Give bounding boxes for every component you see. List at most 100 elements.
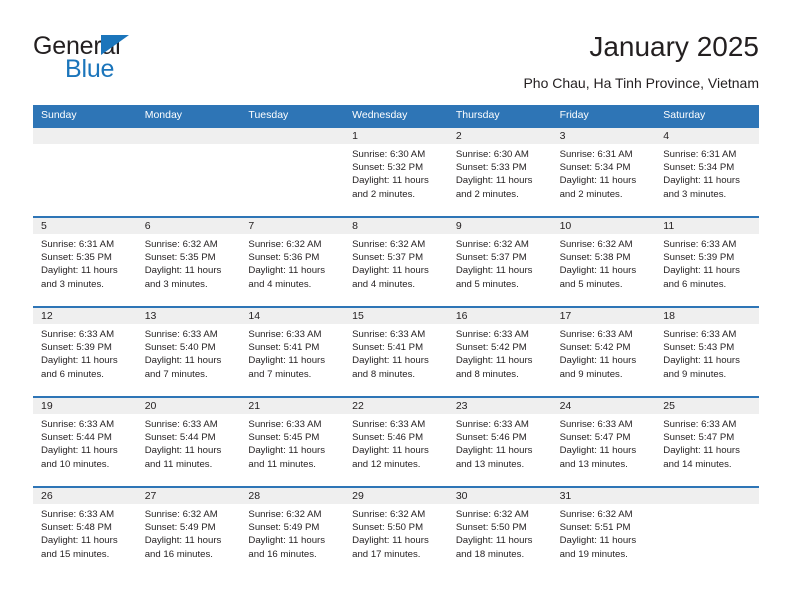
day-number: 21 — [240, 398, 345, 414]
calendar-day-16[interactable]: 16 Sunrise: 6:33 AM Sunset: 5:42 PM Dayligh… — [447, 308, 552, 396]
calendar-day-12[interactable]: 12 Sunrise: 6:33 AM Sunset: 5:39 PM Dayligh… — [33, 308, 137, 396]
weekday-header-saturday: Saturday — [663, 109, 706, 121]
calendar-weeks: 1 Sunrise: 6:30 AM Sunset: 5:32 PM Daylight… — [33, 126, 759, 576]
sunrise-text: Sunrise: 6:32 AM — [352, 239, 426, 250]
calendar-day-9[interactable]: 9 Sunrise: 6:32 AM Sunset: 5:37 PM Daylight… — [447, 218, 552, 306]
calendar-day-31[interactable]: 31 Sunrise: 6:32 AM Sunset: 5:51 PM Dayligh… — [551, 488, 656, 576]
sunrise-text: Sunrise: 6:33 AM — [41, 419, 115, 430]
day-number: 20 — [136, 398, 241, 414]
sunrise-text: Sunrise: 6:32 AM — [455, 239, 529, 250]
sunrise-text: Sunrise: 6:30 AM — [352, 149, 426, 160]
day-number: 3 — [551, 128, 656, 144]
daylight-text: Daylight: 11 hours and 9 minutes. — [559, 355, 637, 380]
sunrise-text: Sunrise: 6:33 AM — [41, 329, 115, 340]
sunset-text: Sunset: 5:42 PM — [455, 342, 527, 354]
daylight-text: Daylight: 11 hours and 15 minutes. — [41, 535, 118, 560]
daylight-text: Daylight: 11 hours and 12 minutes. — [352, 445, 429, 470]
daylight-text: Daylight: 11 hours and 2 minutes. — [352, 175, 429, 200]
sunrise-text: Sunrise: 6:33 AM — [248, 419, 322, 430]
daylight-text: Daylight: 11 hours and 3 minutes. — [663, 175, 740, 200]
logo-top-row: General — [33, 32, 213, 60]
page-header: General Blue January 2025 Pho Chau, Ha T… — [33, 30, 759, 100]
sunset-text: Sunset: 5:47 PM — [663, 432, 735, 444]
sunset-text: Sunset: 5:41 PM — [248, 342, 320, 354]
sunset-text: Sunset: 5:34 PM — [559, 162, 631, 174]
calendar-day-13[interactable]: 13 Sunrise: 6:33 AM Sunset: 5:40 PM Dayligh… — [136, 308, 241, 396]
day-details: Sunrise: 6:32 AM Sunset: 5:37 PM Daylight:… — [344, 234, 448, 291]
calendar-day-17[interactable]: 17 Sunrise: 6:33 AM Sunset: 5:42 PM Dayligh… — [551, 308, 656, 396]
day-number: 27 — [136, 488, 241, 504]
sunrise-text: Sunrise: 6:33 AM — [248, 329, 322, 340]
day-number: 24 — [551, 398, 656, 414]
calendar-day-4[interactable]: 4 Sunrise: 6:31 AM Sunset: 5:34 PM Daylight… — [655, 128, 759, 216]
sunset-text: Sunset: 5:41 PM — [352, 342, 424, 354]
day-details: Sunrise: 6:33 AM Sunset: 5:44 PM Daylight:… — [33, 414, 137, 471]
day-details: Sunrise: 6:33 AM Sunset: 5:39 PM Daylight:… — [33, 324, 137, 381]
calendar-day-21[interactable]: 21 Sunrise: 6:33 AM Sunset: 5:45 PM Dayligh… — [240, 398, 345, 486]
daylight-text: Daylight: 11 hours and 5 minutes. — [455, 265, 533, 290]
calendar-day-15[interactable]: 15 Sunrise: 6:33 AM Sunset: 5:41 PM Dayligh… — [344, 308, 448, 396]
daylight-text: Daylight: 11 hours and 13 minutes. — [455, 445, 533, 470]
calendar-day-18[interactable]: 18 Sunrise: 6:33 AM Sunset: 5:43 PM Dayligh… — [655, 308, 759, 396]
day-number: 9 — [447, 218, 552, 234]
calendar-week-row: 1 Sunrise: 6:30 AM Sunset: 5:32 PM Daylight… — [33, 126, 759, 216]
sunrise-text: Sunrise: 6:33 AM — [455, 419, 529, 430]
sunset-text: Sunset: 5:44 PM — [41, 432, 112, 444]
calendar-day-25[interactable]: 25 Sunrise: 6:33 AM Sunset: 5:47 PM Dayligh… — [655, 398, 759, 486]
sunrise-text: Sunrise: 6:33 AM — [144, 419, 218, 430]
sunrise-text: Sunrise: 6:33 AM — [144, 329, 218, 340]
sunrise-text: Sunrise: 6:32 AM — [352, 509, 426, 520]
day-details: Sunrise: 6:32 AM Sunset: 5:49 PM Daylight:… — [137, 504, 241, 561]
calendar-day-22[interactable]: 22 Sunrise: 6:33 AM Sunset: 5:46 PM Dayligh… — [344, 398, 448, 486]
calendar-day-27[interactable]: 27 Sunrise: 6:32 AM Sunset: 5:49 PM Dayligh… — [136, 488, 241, 576]
day-number — [655, 488, 759, 504]
calendar-day-24[interactable]: 24 Sunrise: 6:33 AM Sunset: 5:47 PM Dayligh… — [551, 398, 656, 486]
calendar-day-8[interactable]: 8 Sunrise: 6:32 AM Sunset: 5:37 PM Daylight… — [344, 218, 448, 306]
daylight-text: Daylight: 11 hours and 14 minutes. — [663, 445, 740, 470]
calendar-day-3[interactable]: 3 Sunrise: 6:31 AM Sunset: 5:34 PM Daylight… — [551, 128, 656, 216]
day-details: Sunrise: 6:33 AM Sunset: 5:47 PM Daylight:… — [552, 414, 656, 471]
daylight-text: Daylight: 11 hours and 8 minutes. — [455, 355, 533, 380]
day-details: Sunrise: 6:33 AM Sunset: 5:43 PM Daylight:… — [655, 324, 759, 381]
calendar-week-row: 5 Sunrise: 6:31 AM Sunset: 5:35 PM Daylight… — [33, 216, 759, 306]
daylight-text: Daylight: 11 hours and 3 minutes. — [41, 265, 118, 290]
day-number: 22 — [344, 398, 448, 414]
calendar-day-11[interactable]: 11 Sunrise: 6:33 AM Sunset: 5:39 PM Dayligh… — [655, 218, 759, 306]
calendar-day-19[interactable]: 19 Sunrise: 6:33 AM Sunset: 5:44 PM Dayligh… — [33, 398, 137, 486]
day-number: 26 — [33, 488, 137, 504]
day-number: 19 — [33, 398, 137, 414]
sunset-text: Sunset: 5:36 PM — [248, 252, 320, 264]
calendar-day-20[interactable]: 20 Sunrise: 6:33 AM Sunset: 5:44 PM Dayligh… — [136, 398, 241, 486]
day-number: 25 — [655, 398, 759, 414]
sunset-text: Sunset: 5:37 PM — [455, 252, 527, 264]
sunrise-text: Sunrise: 6:33 AM — [352, 419, 426, 430]
sunrise-text: Sunrise: 6:33 AM — [663, 239, 737, 250]
calendar-day-5[interactable]: 5 Sunrise: 6:31 AM Sunset: 5:35 PM Daylight… — [33, 218, 137, 306]
calendar-day-empty — [240, 128, 345, 216]
calendar-day-14[interactable]: 14 Sunrise: 6:33 AM Sunset: 5:41 PM Dayligh… — [240, 308, 345, 396]
day-details: Sunrise: 6:31 AM Sunset: 5:35 PM Daylight:… — [33, 234, 137, 291]
calendar-day-1[interactable]: 1 Sunrise: 6:30 AM Sunset: 5:32 PM Daylight… — [344, 128, 448, 216]
day-details: Sunrise: 6:32 AM Sunset: 5:36 PM Daylight:… — [240, 234, 344, 291]
calendar-day-6[interactable]: 6 Sunrise: 6:32 AM Sunset: 5:35 PM Daylight… — [136, 218, 241, 306]
calendar-day-28[interactable]: 28 Sunrise: 6:32 AM Sunset: 5:49 PM Dayligh… — [240, 488, 345, 576]
calendar-day-2[interactable]: 2 Sunrise: 6:30 AM Sunset: 5:33 PM Daylight… — [447, 128, 552, 216]
sunset-text: Sunset: 5:45 PM — [248, 432, 320, 444]
logo-text-blue: Blue — [65, 55, 115, 83]
calendar-day-10[interactable]: 10 Sunrise: 6:32 AM Sunset: 5:38 PM Dayligh… — [551, 218, 656, 306]
sunset-text: Sunset: 5:46 PM — [455, 432, 527, 444]
calendar-day-29[interactable]: 29 Sunrise: 6:32 AM Sunset: 5:50 PM Dayligh… — [344, 488, 448, 576]
day-details: Sunrise: 6:32 AM Sunset: 5:38 PM Daylight:… — [552, 234, 656, 291]
day-number: 10 — [551, 218, 656, 234]
day-details: Sunrise: 6:33 AM Sunset: 5:39 PM Daylight:… — [655, 234, 759, 291]
calendar-day-23[interactable]: 23 Sunrise: 6:33 AM Sunset: 5:46 PM Dayligh… — [447, 398, 552, 486]
sunset-text: Sunset: 5:47 PM — [559, 432, 631, 444]
calendar-week-row: 19 Sunrise: 6:33 AM Sunset: 5:44 PM Dayligh… — [33, 396, 759, 486]
day-number: 8 — [344, 218, 448, 234]
calendar-day-30[interactable]: 30 Sunrise: 6:32 AM Sunset: 5:50 PM Dayligh… — [447, 488, 552, 576]
daylight-text: Daylight: 11 hours and 16 minutes. — [248, 535, 326, 560]
calendar-day-26[interactable]: 26 Sunrise: 6:33 AM Sunset: 5:48 PM Dayligh… — [33, 488, 137, 576]
general-blue-logo[interactable]: General Blue — [33, 32, 213, 90]
day-number: 12 — [33, 308, 137, 324]
calendar-day-7[interactable]: 7 Sunrise: 6:32 AM Sunset: 5:36 PM Daylight… — [240, 218, 345, 306]
